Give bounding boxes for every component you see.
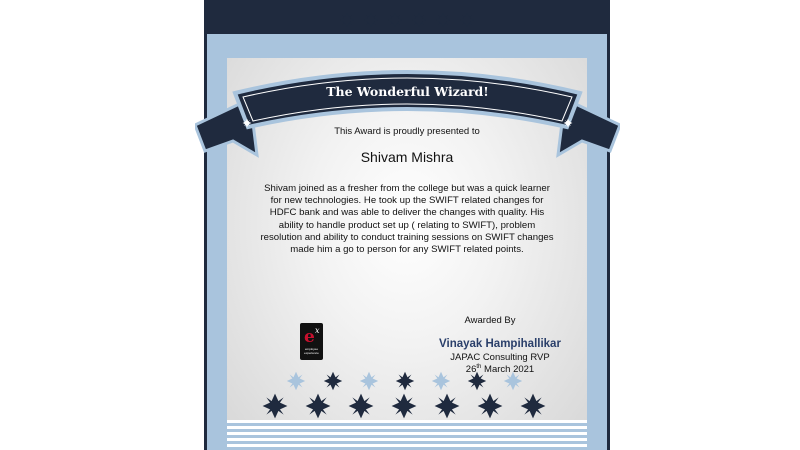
employee-experience-logo: e x employee experience bbox=[300, 323, 323, 360]
recipient-name: Shivam Mishra bbox=[360, 149, 454, 165]
bottom-stripes bbox=[227, 420, 587, 450]
award-date: 26th March 2021 bbox=[420, 364, 580, 375]
logo-line-2: experience bbox=[304, 351, 319, 355]
star-icon bbox=[387, 12, 403, 28]
signer-title: JAPAC Consulting RVP bbox=[450, 352, 550, 363]
logo-letter: e bbox=[304, 327, 315, 347]
logo-superscript: x bbox=[315, 326, 320, 335]
signer-name: Vinayak Hampihallikar bbox=[439, 338, 561, 350]
citation-text: Shivam joined as a fresher from the coll… bbox=[260, 183, 554, 256]
star-icon bbox=[411, 12, 427, 28]
date-rest: March 2021 bbox=[481, 364, 535, 376]
banner-title: The Wonderful Wizard! bbox=[326, 84, 489, 99]
star-icon bbox=[459, 12, 475, 28]
date-day: 26 bbox=[465, 364, 477, 376]
star-icon bbox=[363, 12, 379, 28]
presented-line: This Award is proudly presented to bbox=[334, 126, 480, 137]
star-icon bbox=[435, 12, 451, 28]
awarded-by-label: Awarded By bbox=[464, 315, 516, 326]
top-star-row bbox=[204, 8, 610, 32]
star-icon bbox=[339, 12, 355, 28]
